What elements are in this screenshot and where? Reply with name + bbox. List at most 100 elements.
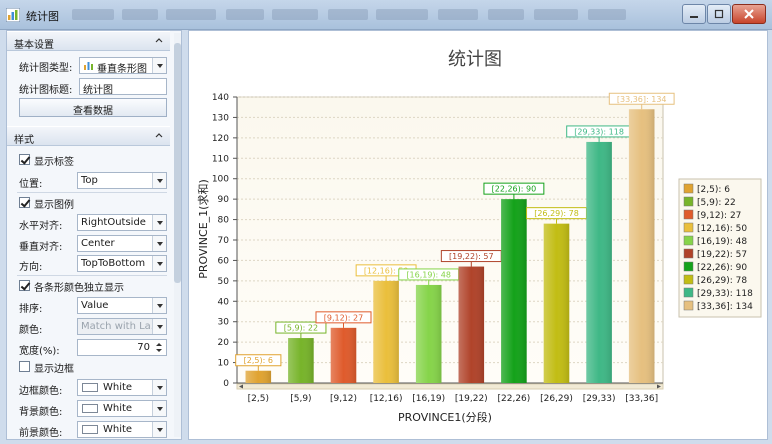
legend-entry: [26,29): 78: [697, 276, 747, 286]
border-color-select[interactable]: White: [77, 379, 167, 396]
color-value: Match with La...: [81, 321, 161, 332]
show-labels-checkbox[interactable]: [19, 154, 30, 165]
maximize-button[interactable]: [707, 4, 731, 24]
x-tick-label: [26,29): [540, 394, 573, 404]
y-tick-label: 110: [212, 154, 229, 164]
bar-chart-icon: [84, 62, 93, 70]
data-label: [33,36]: 134: [617, 95, 667, 104]
legend-swatch: [683, 287, 694, 298]
background-menu-ghost: [122, 9, 158, 20]
width-spinner[interactable]: 70: [77, 339, 167, 356]
legend-swatch: [683, 248, 694, 259]
v-align-value: Center: [81, 238, 115, 249]
h-align-value: RightOutside: [81, 217, 146, 228]
chevron-down-icon[interactable]: [152, 422, 166, 437]
color-select[interactable]: Match with La...: [77, 318, 167, 335]
basic-settings-title: 基本设置: [14, 40, 54, 51]
data-label: [2,5): 6: [244, 356, 273, 365]
chart-type-value: 垂直条形图: [97, 64, 147, 74]
back-color-select[interactable]: White: [77, 400, 167, 417]
chart-type-select[interactable]: 垂直条形图: [79, 57, 167, 74]
chart-title-input[interactable]: 统计图: [79, 78, 167, 95]
bar-shading: [628, 109, 655, 383]
chart-title-label: 统计图标题:: [19, 85, 73, 96]
chevron-down-icon[interactable]: [152, 215, 166, 230]
legend-swatch: [683, 183, 694, 194]
y-tick-label: 80: [218, 216, 230, 226]
label-position-select[interactable]: Top: [77, 172, 167, 189]
x-tick-label: [33,36]: [625, 394, 658, 404]
chevron-down-icon[interactable]: [152, 319, 166, 334]
v-align-select[interactable]: Center: [77, 235, 167, 252]
data-label: [22,26): 90: [492, 185, 537, 194]
y-tick-label: 20: [218, 338, 230, 348]
sort-select[interactable]: Value: [77, 297, 167, 314]
chevron-down-icon[interactable]: [152, 256, 166, 271]
y-tick-label: 90: [218, 195, 230, 205]
x-axis-scrollbar[interactable]: [236, 383, 664, 390]
independent-colors-checkbox[interactable]: [19, 280, 30, 291]
divider: [17, 192, 167, 193]
data-label: [19,22): 57: [449, 252, 494, 261]
direction-value: TopToBottom: [81, 258, 146, 269]
show-border-checkbox[interactable]: [19, 361, 30, 372]
background-menu-ghost: [534, 9, 578, 20]
y-tick-label: 120: [212, 134, 229, 144]
legend-entry: [16,19): 48: [697, 237, 747, 247]
y-tick-label: 70: [218, 236, 230, 246]
window-title: 统计图: [26, 10, 59, 23]
fore-color-value: White: [103, 424, 133, 435]
show-labels-label: 显示标签: [34, 157, 74, 168]
bar-shading: [288, 338, 314, 383]
h-align-label: 水平对齐:: [19, 221, 63, 232]
chevron-down-icon[interactable]: [152, 173, 166, 188]
x-tick-label: [19,22): [455, 394, 488, 404]
chart-type-label: 统计图类型:: [19, 63, 73, 74]
basic-settings-header[interactable]: 基本设置: [7, 31, 170, 51]
y-tick-label: 140: [212, 93, 229, 103]
direction-select[interactable]: TopToBottom: [77, 255, 167, 272]
chevron-down-icon[interactable]: [152, 298, 166, 313]
legend-swatch: [683, 235, 694, 246]
background-menu-ghost: [226, 9, 264, 20]
style-group-header[interactable]: 样式: [7, 126, 170, 146]
legend-swatch: [683, 209, 694, 220]
background-menu-ghost: [328, 9, 368, 20]
fore-color-select[interactable]: White: [77, 421, 167, 438]
chevron-down-icon[interactable]: [152, 58, 166, 73]
settings-panel: 基本设置 统计图类型: 垂直条形图 统计图标题: 统计图 查看数据 样式 显示标…: [6, 30, 182, 440]
view-data-button[interactable]: 查看数据: [19, 98, 167, 117]
settings-scrollbar[interactable]: [174, 33, 181, 437]
legend-swatch: [683, 300, 694, 311]
close-button[interactable]: [732, 4, 766, 24]
y-tick-label: 40: [218, 297, 230, 307]
minimize-button[interactable]: [682, 4, 706, 24]
legend-swatch: [683, 196, 694, 207]
legend-entry: [29,33): 118: [697, 289, 753, 299]
width-label: 宽度(%):: [19, 346, 60, 357]
chevron-down-icon[interactable]: [152, 380, 166, 395]
independent-colors-label: 各条形颜色独立显示: [34, 283, 124, 294]
y-tick-label: 60: [218, 256, 230, 266]
color-label: 颜色:: [19, 325, 43, 336]
legend-entry: [22,26): 90: [697, 263, 747, 273]
data-label: [29,33): 118: [574, 127, 624, 136]
background-menu-ghost: [72, 9, 114, 20]
sort-value: Value: [81, 300, 109, 311]
bar-shading: [543, 223, 570, 383]
data-label: [9,12): 27: [324, 313, 363, 322]
show-border-label: 显示边框: [34, 364, 74, 375]
background-menu-ghost: [488, 9, 524, 20]
bar-shading: [245, 370, 272, 383]
spinner-arrows-icon[interactable]: [154, 341, 164, 354]
background-menu-ghost: [166, 9, 216, 20]
window-titlebar[interactable]: 统计图: [0, 0, 772, 30]
chevron-down-icon[interactable]: [152, 401, 166, 416]
label-position-label: 位置:: [19, 179, 43, 190]
show-legend-checkbox[interactable]: [19, 197, 30, 208]
y-tick-label: 50: [218, 277, 230, 287]
chevron-down-icon[interactable]: [152, 236, 166, 251]
x-axis-title: PROVINCE1(分段): [398, 410, 492, 424]
h-align-select[interactable]: RightOutside: [77, 214, 167, 231]
scrollbar-thumb[interactable]: [174, 43, 181, 283]
